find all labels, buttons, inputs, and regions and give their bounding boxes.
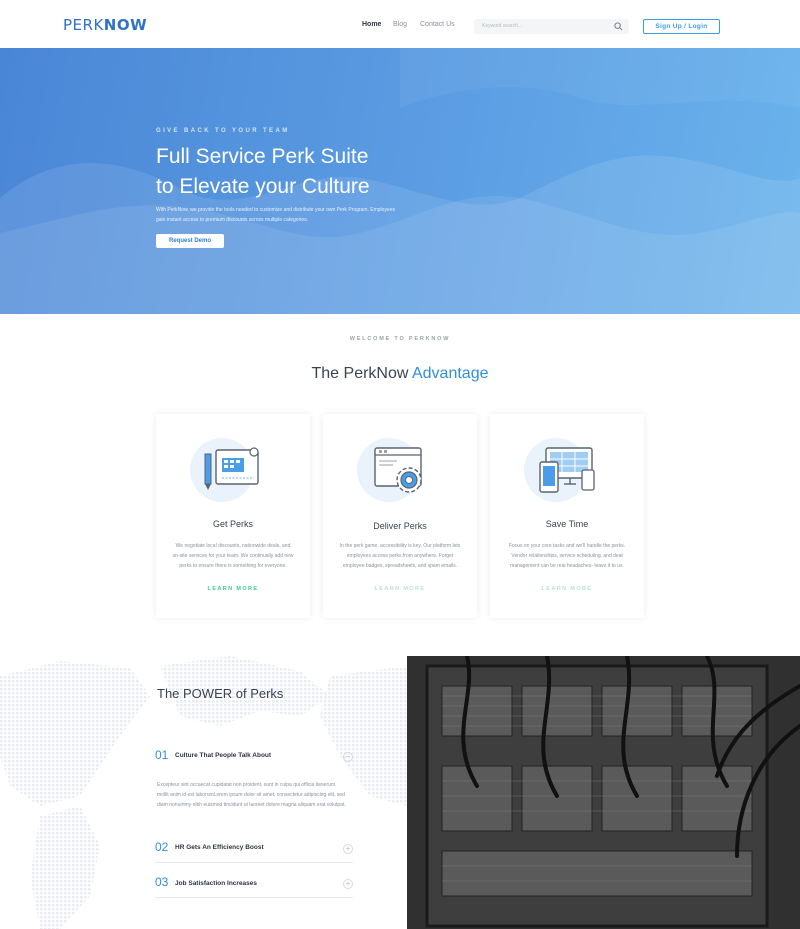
server-rack-illustration bbox=[407, 656, 800, 929]
feature-card-save-time: Save Time Focus on your core tasks and w… bbox=[490, 414, 644, 618]
nav-home[interactable]: Home bbox=[362, 21, 381, 28]
request-demo-button[interactable]: Request Demo bbox=[156, 234, 224, 248]
nav-blog[interactable]: Blog bbox=[393, 21, 407, 28]
advantage-title-accent: Advantage bbox=[411, 365, 489, 382]
expand-icon[interactable]: + bbox=[343, 879, 353, 889]
search-icon[interactable] bbox=[614, 22, 623, 31]
logo[interactable]: PERKNOW bbox=[63, 16, 147, 34]
search-placeholder: Keyword search... bbox=[482, 23, 523, 29]
hero-banner: GIVE BACK TO YOUR TEAM Full Service Perk… bbox=[0, 48, 800, 314]
hero-eyebrow: GIVE BACK TO YOUR TEAM bbox=[156, 128, 290, 134]
signup-login-button[interactable]: Sign Up / Login bbox=[643, 19, 720, 34]
nav-contact[interactable]: Contact Us bbox=[420, 21, 455, 28]
accordion-body: Excepteur sint occaecat cupidatat non pr… bbox=[157, 782, 346, 808]
accordion-number: 02 bbox=[155, 840, 169, 854]
server-rack-image bbox=[407, 656, 800, 929]
advantage-title: The PerkNow Advantage bbox=[0, 365, 800, 383]
feature-card-deliver-perks: Deliver Perks In the perk game, accessib… bbox=[323, 414, 477, 618]
hero-title-line2: to Elevate your Culture bbox=[156, 175, 370, 198]
accordion-label[interactable]: Culture That People Talk About bbox=[175, 752, 271, 759]
blueprint-icon bbox=[204, 447, 259, 490]
divider bbox=[155, 897, 353, 898]
hero-title-line1: Full Service Perk Suite bbox=[156, 145, 369, 168]
power-section: The POWER of Perks 01 Culture That Peopl… bbox=[0, 656, 800, 929]
learn-more-link[interactable]: LEARN MORE bbox=[490, 586, 644, 592]
hero-description: With PerkNow, we provide the tools neede… bbox=[156, 207, 396, 223]
divider bbox=[155, 862, 353, 863]
card-text: We negotiate local discounts, nationwide… bbox=[172, 543, 294, 569]
card-text: Focus on your core tasks and we'll handl… bbox=[508, 543, 626, 569]
accordion-number: 01 bbox=[155, 748, 169, 762]
learn-more-link[interactable]: LEARN MORE bbox=[156, 586, 310, 592]
card-title: Save Time bbox=[545, 519, 589, 529]
devices-icon bbox=[539, 447, 595, 493]
gear-window-icon bbox=[374, 447, 422, 493]
accordion-number: 03 bbox=[155, 875, 169, 889]
advantage-title-plain: The PerkNow bbox=[311, 365, 409, 382]
power-title: The POWER of Perks bbox=[157, 686, 284, 701]
logo-light: PERK bbox=[63, 16, 104, 34]
search-input[interactable]: Keyword search... bbox=[474, 19, 629, 34]
learn-more-link[interactable]: LEARN MORE bbox=[323, 586, 477, 592]
logo-bold: NOW bbox=[103, 16, 148, 34]
card-text: In the perk game, accessibility is key. … bbox=[339, 543, 461, 569]
feature-card-get-perks: Get Perks We negotiate local discounts, … bbox=[156, 414, 310, 618]
card-title: Get Perks bbox=[212, 519, 253, 529]
accordion-label[interactable]: Job Satisfaction Increases bbox=[175, 880, 257, 887]
expand-icon[interactable]: + bbox=[343, 844, 353, 854]
card-title: Deliver Perks bbox=[373, 521, 427, 531]
accordion-label[interactable]: HR Gets An Efficiency Boost bbox=[175, 844, 264, 851]
collapse-icon[interactable]: − bbox=[343, 752, 353, 762]
advantage-eyebrow: WELCOME TO PERKNOW bbox=[349, 336, 451, 342]
site-header: PERKNOW Home Blog Contact Us Keyword sea… bbox=[0, 0, 800, 48]
hero-title: Full Service Perk Suite to Elevate your … bbox=[156, 142, 456, 202]
